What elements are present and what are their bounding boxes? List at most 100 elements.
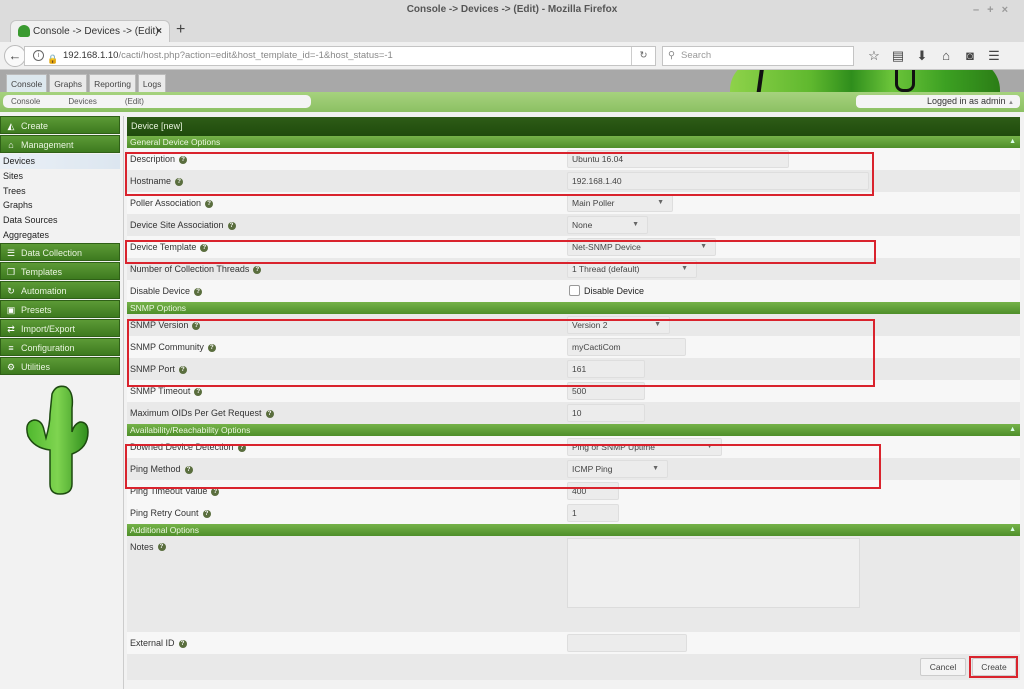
help-icon[interactable]: ?: [205, 199, 214, 208]
search-icon: ⚲: [668, 50, 675, 61]
hostname-input[interactable]: 192.168.1.40: [567, 172, 869, 190]
url-bar[interactable]: i 🔒 192.168.1.10/cacti/host.php?action=e…: [24, 46, 656, 66]
sidebar-item-graphs[interactable]: Graphs: [0, 198, 120, 213]
sidebar-utilities[interactable]: ⚙ Utilities: [0, 356, 120, 375]
row-ping-method: Ping Method? ICMP Ping ▼: [127, 458, 1020, 480]
notes-textarea[interactable]: [567, 538, 860, 608]
info-icon[interactable]: i: [33, 50, 44, 61]
help-icon[interactable]: ?: [237, 443, 246, 452]
tab-graphs[interactable]: Graphs: [49, 74, 88, 92]
help-icon[interactable]: ?: [184, 465, 193, 474]
help-icon[interactable]: ?: [178, 365, 187, 374]
device-form: Device [new] General Device Options ▲ Des…: [127, 117, 1020, 680]
user-menu[interactable]: Logged in as admin ▲: [856, 95, 1020, 108]
snmp-version-select[interactable]: Version 2 ▼: [567, 316, 670, 334]
help-icon[interactable]: ?: [175, 177, 184, 186]
cacti-logo-icon: [26, 385, 89, 495]
sidebar-item-sites[interactable]: Sites: [0, 169, 120, 184]
description-input[interactable]: Ubuntu 16.04: [567, 150, 789, 168]
help-icon[interactable]: ?: [194, 387, 203, 396]
maximize-button[interactable]: +: [987, 4, 1001, 16]
snmp-port-input[interactable]: 161: [567, 360, 645, 378]
disable-checkbox-label[interactable]: Disable Device: [584, 280, 644, 302]
help-icon[interactable]: ?: [211, 487, 220, 496]
sidebar-item-trees[interactable]: Trees: [0, 184, 120, 199]
close-window-button[interactable]: ×: [1002, 4, 1016, 16]
cancel-button[interactable]: Cancel: [920, 658, 966, 676]
snmp-port-value: 161: [572, 364, 587, 374]
help-icon[interactable]: ?: [207, 343, 216, 352]
bookmark-star-icon[interactable]: ☆: [862, 48, 886, 64]
sidebar-configuration[interactable]: ≡ Configuration: [0, 337, 120, 356]
sidebar-divider: [123, 116, 124, 689]
section-additional[interactable]: Additional Options ▲: [127, 524, 1020, 536]
breadcrumb-devices[interactable]: Devices: [60, 95, 104, 108]
chart-area-icon: ◭: [7, 121, 15, 131]
back-button[interactable]: ←: [4, 45, 26, 67]
reader-icon[interactable]: ▤: [886, 48, 910, 64]
row-description: Description? Ubuntu 16.04: [127, 148, 1020, 170]
close-tab-icon[interactable]: ×: [156, 24, 162, 40]
home-icon[interactable]: ⌂: [934, 48, 958, 63]
downed-detection-select[interactable]: Ping or SNMP Uptime ▼: [567, 438, 722, 456]
window-controls[interactable]: –+×: [973, 0, 1016, 20]
reload-icon[interactable]: ↻: [631, 47, 655, 65]
sidebar-presets[interactable]: ▣ Presets: [0, 299, 120, 318]
window-titlebar: Console -> Devices -> (Edit) - Mozilla F…: [0, 0, 1024, 20]
section-snmp[interactable]: SNMP Options: [127, 302, 1020, 314]
snmp-timeout-input[interactable]: 500: [567, 382, 645, 400]
sidebar-templates[interactable]: ❐ Templates: [0, 261, 120, 280]
url-host: 192.168.1.10: [63, 50, 119, 61]
collapse-icon[interactable]: ▲: [1009, 424, 1016, 436]
help-icon[interactable]: ?: [194, 287, 203, 296]
help-icon[interactable]: ?: [202, 509, 211, 518]
new-tab-button[interactable]: +: [176, 21, 185, 39]
site-select[interactable]: None ▼: [567, 216, 648, 234]
threads-select[interactable]: 1 Thread (default) ▼: [567, 260, 697, 278]
poller-select[interactable]: Main Poller ▼: [567, 194, 673, 212]
ping-timeout-input[interactable]: 400: [567, 482, 619, 500]
disable-device-checkbox[interactable]: [569, 285, 580, 296]
insecure-lock-icon[interactable]: 🔒: [47, 50, 58, 68]
menu-icon[interactable]: ☰: [982, 48, 1006, 64]
sidebar-create[interactable]: ◭ Create: [0, 116, 120, 134]
tab-reporting[interactable]: Reporting: [89, 74, 136, 92]
ping-retry-input[interactable]: 1: [567, 504, 619, 522]
sidebar-item-data-sources[interactable]: Data Sources: [0, 213, 120, 228]
sidebar-item-devices[interactable]: Devices: [0, 154, 120, 169]
ping-method-select[interactable]: ICMP Ping ▼: [567, 460, 668, 478]
section-availability[interactable]: Availability/Reachability Options ▲: [127, 424, 1020, 436]
description-label: Description: [130, 154, 176, 164]
sidebar-automation[interactable]: ↻ Automation: [0, 280, 120, 299]
collapse-icon[interactable]: ▲: [1009, 136, 1016, 148]
help-icon[interactable]: ?: [227, 221, 236, 230]
help-icon[interactable]: ?: [179, 155, 188, 164]
help-icon[interactable]: ?: [253, 265, 262, 274]
section-general[interactable]: General Device Options ▲: [127, 136, 1020, 148]
pocket-icon[interactable]: ◙: [958, 48, 982, 63]
help-icon[interactable]: ?: [192, 321, 201, 330]
minimize-button[interactable]: –: [973, 4, 987, 16]
download-icon[interactable]: ⬇: [910, 48, 934, 64]
sidebar-data-collection[interactable]: ☰ Data Collection: [0, 242, 120, 261]
row-site: Device Site Association? None ▼: [127, 214, 1020, 236]
search-input[interactable]: ⚲ Search: [662, 46, 854, 66]
help-icon[interactable]: ?: [178, 639, 187, 648]
sidebar-management[interactable]: ⌂ Management: [0, 135, 120, 153]
browser-tab[interactable]: Console -> Devices -> (Edit) ×: [10, 20, 170, 42]
sidebar-item-aggregates[interactable]: Aggregates: [0, 228, 120, 243]
tab-logs[interactable]: Logs: [137, 74, 167, 92]
help-icon[interactable]: ?: [200, 243, 209, 252]
create-button[interactable]: Create: [972, 658, 1016, 676]
help-icon[interactable]: ?: [157, 543, 166, 551]
sidebar-import-export[interactable]: ⇄ Import/Export: [0, 318, 120, 337]
max-oids-input[interactable]: 10: [567, 404, 645, 422]
external-id-input[interactable]: [567, 634, 687, 652]
help-icon[interactable]: ?: [265, 409, 274, 418]
template-select[interactable]: Net-SNMP Device ▼: [567, 238, 716, 256]
snmp-community-input[interactable]: myCactiCom: [567, 338, 686, 356]
sidebar-import-export-label: Import/Export: [21, 323, 76, 334]
tab-console[interactable]: Console: [6, 74, 48, 92]
collapse-icon[interactable]: ▲: [1009, 524, 1016, 536]
breadcrumb-console[interactable]: Console: [3, 95, 48, 108]
